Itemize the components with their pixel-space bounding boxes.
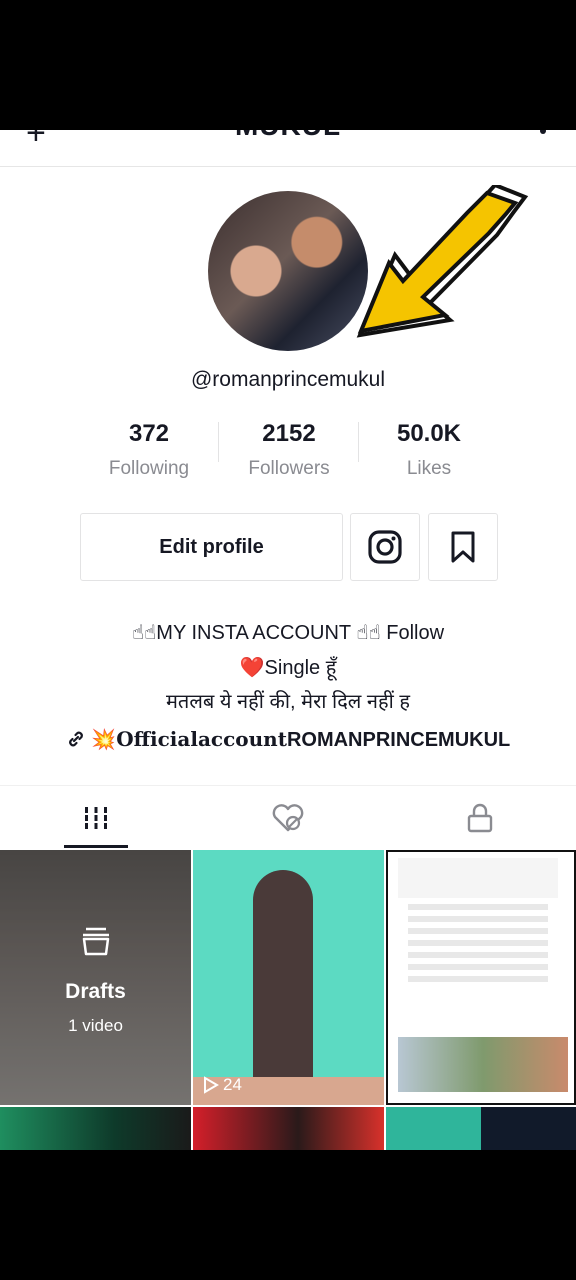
link-text-styled: Officialaccount (116, 727, 287, 751)
video-grid: Drafts 1 video 24 (0, 850, 576, 1150)
link-icon (68, 731, 83, 747)
video-thumbnail[interactable]: 24 (193, 850, 384, 1105)
lock-icon (467, 803, 493, 833)
video-thumbnail[interactable] (386, 850, 576, 1105)
screenshot-bio (408, 904, 548, 984)
video-thumbnail[interactable] (386, 1107, 576, 1150)
following-count: 372 (128, 420, 170, 447)
following-label: Following (108, 458, 190, 479)
tab-videos[interactable] (0, 786, 192, 850)
instagram-icon (368, 530, 402, 564)
drafts-icon (82, 927, 110, 956)
hidden-likes-icon (272, 804, 304, 832)
tab-private[interactable] (384, 786, 576, 850)
drafts-overlay (0, 850, 191, 1105)
view-count: 24 (203, 1075, 242, 1095)
instagram-button[interactable] (350, 513, 420, 581)
bio-line: ☝☝MY INSTA ACCOUNT ☝☝ Follow (131, 622, 445, 644)
bio-line: मतलब ये नहीं की, मेरा दिल नहीं ह (165, 691, 411, 713)
stat-followers[interactable]: 2152 Followers (214, 420, 364, 480)
thumbnail-person (253, 870, 313, 1105)
video-thumbnail[interactable] (0, 1107, 191, 1150)
avatar[interactable] (208, 191, 368, 351)
arrow-annotation-icon (356, 185, 529, 338)
video-thumbnail[interactable] (193, 1107, 384, 1150)
drafts-count: 1 video (68, 1016, 123, 1035)
play-icon (204, 1076, 219, 1094)
profile-screen: + MUKUL @romanprincemukul 372 Following … (0, 130, 576, 1150)
link-text: ROMANPRINCEMUKUL (286, 729, 511, 751)
grid-icon (85, 807, 107, 829)
followers-label: Followers (248, 458, 330, 479)
followers-count: 2152 (262, 420, 316, 447)
bio-line: ❤️Single हूँ (239, 657, 337, 679)
likes-count: 50.0K (396, 420, 462, 447)
edit-profile-button[interactable]: Edit profile (80, 513, 343, 581)
top-bar: + MUKUL (0, 130, 576, 167)
view-count-value: 24 (223, 1075, 242, 1094)
link-emoji: 💥 (91, 729, 117, 751)
bookmark-icon (451, 531, 475, 563)
active-tab-indicator (64, 845, 128, 848)
profile-tabs (0, 785, 576, 850)
screenshot-thumbnails (398, 1037, 568, 1092)
favorites-button[interactable] (428, 513, 498, 581)
username: @romanprincemukul (190, 368, 386, 391)
drafts-label: Drafts (65, 980, 126, 1003)
profile-link[interactable]: 💥OfficialaccountROMANPRINCEMUKUL (0, 727, 576, 752)
stat-following[interactable]: 372 Following (74, 420, 224, 480)
likes-label: Likes (406, 458, 452, 479)
stat-likes[interactable]: 50.0K Likes (354, 420, 504, 480)
page-title: MUKUL (0, 130, 576, 142)
drafts-tile[interactable]: Drafts 1 video (0, 850, 191, 1105)
screenshot-header (398, 858, 558, 898)
tab-liked[interactable] (192, 786, 384, 850)
